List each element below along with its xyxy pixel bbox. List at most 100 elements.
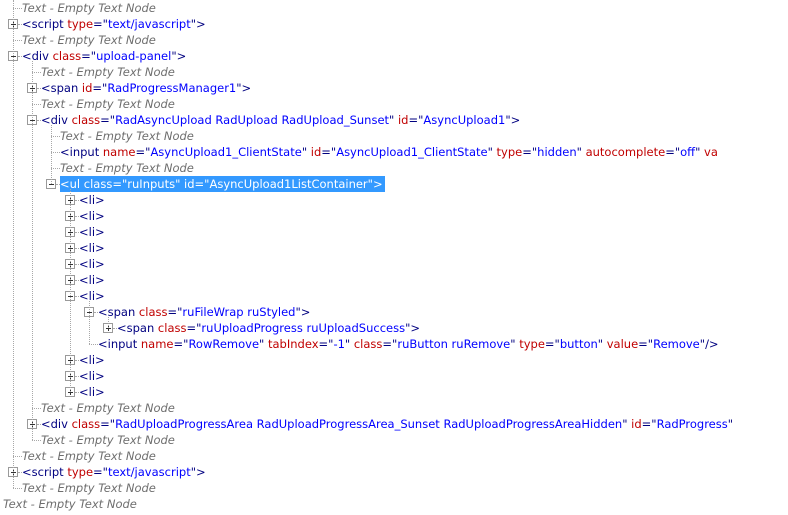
element-node-label[interactable]: <span class="ruUploadProgress ruUploadSu… <box>117 320 420 336</box>
attribute-punctuation: " <box>389 113 395 127</box>
element-node-label[interactable]: <span class="ruFileWrap ruStyled"> <box>98 304 310 320</box>
tree-row-text-node[interactable]: Text - Empty Text Node <box>0 496 788 512</box>
tree-connector <box>32 72 41 73</box>
attribute-name: id <box>397 113 409 127</box>
tree-row-li[interactable]: <li> <box>0 272 788 288</box>
element-node-label[interactable]: <li> <box>79 256 105 272</box>
attribute-value: RadUploadProgressArea RadUploadProgressA… <box>115 417 623 431</box>
tree-row-text-node[interactable]: Text - Empty Text Node <box>0 0 788 16</box>
tree-row-li[interactable]: <li> <box>0 256 788 272</box>
attribute-punctuation: =" <box>100 113 116 127</box>
tree-row-li[interactable]: <li> <box>0 384 788 400</box>
tree-row-text-node[interactable]: Text - Empty Text Node <box>0 432 788 448</box>
tag-name: <div <box>41 113 68 127</box>
element-node-label[interactable]: <div class="RadAsyncUpload RadUpload Rad… <box>41 112 520 128</box>
element-node-label[interactable]: <input name="AsyncUpload1_ClientState" i… <box>60 144 718 160</box>
tree-row-script[interactable]: <script type="text/javascript"> <box>0 464 788 480</box>
tree-row-ul[interactable]: <ul class="ruInputs" id="AsyncUpload1Lis… <box>0 176 788 192</box>
tree-row-text-node[interactable]: Text - Empty Text Node <box>0 160 788 176</box>
tree-row-span[interactable]: <span id="RadProgressManager1"> <box>0 80 788 96</box>
element-node-label[interactable]: <li> <box>79 288 105 304</box>
tag-name: <li <box>79 385 96 399</box>
tag-close: > <box>95 209 105 223</box>
tree-row-li[interactable]: <li> <box>0 240 788 256</box>
text-node-label[interactable]: Text - Empty Text Node <box>41 432 175 448</box>
attribute-value: RadAsyncUpload RadUpload RadUpload_Sunse… <box>115 113 390 127</box>
attribute-punctuation: =" <box>318 337 334 351</box>
attribute-name: type <box>67 17 94 31</box>
tree-row-text-node[interactable]: Text - Empty Text Node <box>0 400 788 416</box>
text-node-text: Text - Empty Text Node <box>22 481 156 495</box>
tree-row-li[interactable]: <li> <box>0 352 788 368</box>
element-node-label[interactable]: <script type="text/javascript"> <box>22 464 206 480</box>
dom-tree-view[interactable]: Text - Empty Text Node <script type="text… <box>0 0 788 515</box>
attribute-punctuation: " <box>175 177 181 191</box>
element-node-label[interactable]: <li> <box>79 368 105 384</box>
text-node-label[interactable]: Text - Empty Text Node <box>22 480 156 496</box>
text-node-label[interactable]: Text - Empty Text Node <box>3 496 137 512</box>
attribute-name: type <box>519 337 545 351</box>
tree-row-li[interactable]: <li> <box>0 288 788 304</box>
element-node-label[interactable]: <span id="RadProgressManager1"> <box>41 80 251 96</box>
tree-row-text-node[interactable]: Text - Empty Text Node <box>0 64 788 80</box>
tree-guide-line <box>89 301 90 344</box>
tree-row-span[interactable]: <span class="ruUploadProgress ruUploadSu… <box>0 320 788 336</box>
attribute-name: class <box>353 337 383 351</box>
tag-close: > <box>95 385 105 399</box>
element-node-label[interactable]: <li> <box>79 384 105 400</box>
attribute-punctuation: " <box>487 145 493 159</box>
tree-row-div[interactable]: <div class="RadAsyncUpload RadUpload Rad… <box>0 112 788 128</box>
tree-row-div[interactable]: <div class="RadUploadProgressArea RadUpl… <box>0 416 788 432</box>
attribute-value: ruInputs <box>127 177 176 191</box>
text-node-label[interactable]: Text - Empty Text Node <box>22 32 156 48</box>
attribute-value: off <box>680 145 696 159</box>
text-node-label[interactable]: Text - Empty Text Node <box>22 448 156 464</box>
tree-connector <box>51 152 60 153</box>
tree-row-script[interactable]: <script type="text/javascript"> <box>0 16 788 32</box>
attribute-name: id <box>184 177 195 191</box>
tag-close: > <box>241 81 252 95</box>
attribute-name: class <box>71 113 101 127</box>
tree-row-text-node[interactable]: Text - Empty Text Node <box>0 448 788 464</box>
tag-close: > <box>300 305 311 319</box>
element-node-label[interactable]: <li> <box>79 272 105 288</box>
element-node-label[interactable]: <div class="RadUploadProgressArea RadUpl… <box>41 416 733 432</box>
attribute-name: type <box>496 145 523 159</box>
tree-row-text-node[interactable]: Text - Empty Text Node <box>0 32 788 48</box>
tree-row-span[interactable]: <span class="ruFileWrap ruStyled"> <box>0 304 788 320</box>
tree-guide-line <box>13 0 14 488</box>
tree-row-div[interactable]: <div class="upload-panel"> <box>0 48 788 64</box>
tag-close: > <box>510 113 521 127</box>
tree-row-text-node[interactable]: Text - Empty Text Node <box>0 96 788 112</box>
element-node-label[interactable]: <ul class="ruInputs" id="AsyncUpload1Lis… <box>60 176 385 192</box>
tree-row-li[interactable]: <li> <box>0 368 788 384</box>
tree-row-text-node[interactable]: Text - Empty Text Node <box>0 128 788 144</box>
element-node-label[interactable]: <li> <box>79 224 105 240</box>
text-node-label[interactable]: Text - Empty Text Node <box>41 400 175 416</box>
element-node-label[interactable]: <input name="RowRemove" tabIndex="-1" cl… <box>98 336 719 352</box>
tree-row-input[interactable]: <input name="AsyncUpload1_ClientState" i… <box>0 144 788 160</box>
tree-row-text-node[interactable]: Text - Empty Text Node <box>0 480 788 496</box>
tree-guide-line <box>108 317 109 328</box>
attribute-value: AsyncUpload1_ClientState <box>150 145 302 159</box>
element-node-label[interactable]: <script type="text/javascript"> <box>22 16 206 32</box>
text-node-text: Text - Empty Text Node <box>60 161 194 175</box>
text-node-label[interactable]: Text - Empty Text Node <box>60 128 194 144</box>
tree-row-li[interactable]: <li> <box>0 192 788 208</box>
tag-close: > <box>372 177 383 191</box>
element-node-label[interactable]: <li> <box>79 192 105 208</box>
element-node-label[interactable]: <li> <box>79 240 105 256</box>
text-node-label[interactable]: Text - Empty Text Node <box>41 96 175 112</box>
element-node-label[interactable]: <div class="upload-panel"> <box>22 48 186 64</box>
attribute-value: hidden <box>537 145 577 159</box>
tree-row-input[interactable]: <input name="RowRemove" tabIndex="-1" cl… <box>0 336 788 352</box>
text-node-label[interactable]: Text - Empty Text Node <box>41 64 175 80</box>
text-node-label[interactable]: Text - Empty Text Node <box>22 0 156 16</box>
text-node-label[interactable]: Text - Empty Text Node <box>60 160 194 176</box>
tag-name: <input <box>60 145 100 159</box>
element-node-label[interactable]: <li> <box>79 208 105 224</box>
element-node-label[interactable]: <li> <box>79 352 105 368</box>
tree-row-li[interactable]: <li> <box>0 208 788 224</box>
tag-name: <script <box>22 17 64 31</box>
tree-row-li[interactable]: <li> <box>0 224 788 240</box>
